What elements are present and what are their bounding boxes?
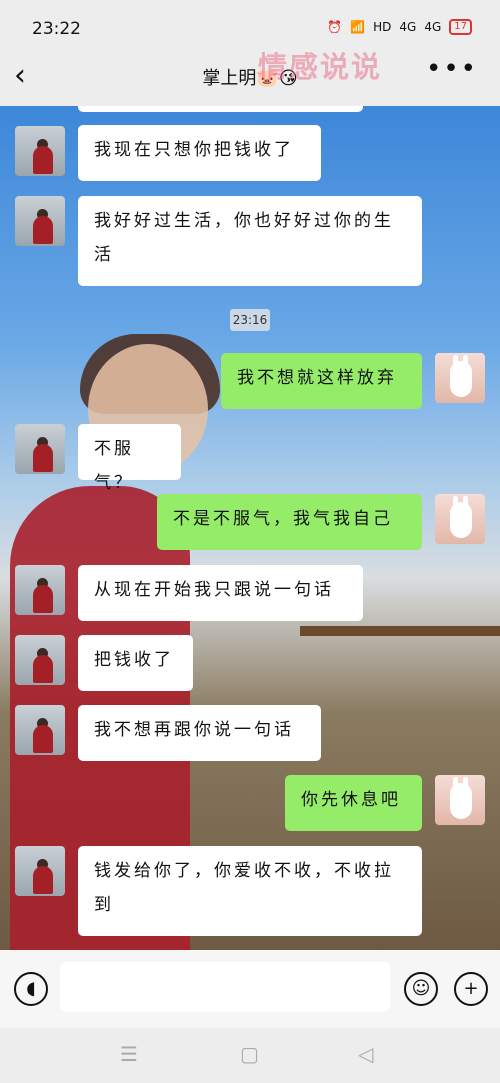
contact-avatar[interactable]	[15, 846, 65, 896]
battery-icon: 17	[449, 19, 472, 35]
status-icons: ⏰ 📶 HD 4G 4G 17	[327, 19, 472, 35]
menu-icon[interactable]: ☰	[120, 1042, 138, 1066]
system-nav-bar: ☰ ▢ ◁	[0, 1028, 500, 1083]
back-nav-icon[interactable]: ◁	[358, 1042, 373, 1066]
contact-avatar[interactable]	[15, 635, 65, 685]
my-avatar[interactable]	[435, 353, 485, 403]
wifi-icon: 📶	[350, 20, 366, 34]
message-bubble-partial	[78, 106, 363, 112]
message-bubble: 把钱收了	[78, 635, 193, 691]
more-icon[interactable]: •••	[426, 54, 478, 84]
contact-avatar[interactable]	[15, 424, 65, 474]
message-bubble: 不是不服气，我气我自己	[157, 494, 422, 550]
status-time: 23:22	[32, 19, 81, 39]
contact-avatar[interactable]	[15, 126, 65, 176]
message-bubble: 我好好过生活，你也好好过你的生活	[78, 196, 422, 286]
contact-avatar[interactable]	[15, 196, 65, 246]
message-bubble: 我现在只想你把钱收了	[78, 125, 321, 181]
message-bubble: 从现在开始我只跟说一句话	[78, 565, 363, 621]
signal-2: 4G	[424, 20, 442, 34]
message-bubble: 你先休息吧	[285, 775, 422, 831]
background-fence	[300, 626, 500, 756]
chat-timestamp: 23:16	[230, 309, 270, 331]
home-icon[interactable]: ▢	[240, 1042, 259, 1066]
signal-1: 4G	[399, 20, 417, 34]
contact-avatar[interactable]	[15, 565, 65, 615]
message-bubble: 我不想再跟你说一句话	[78, 705, 321, 761]
contact-avatar[interactable]	[15, 705, 65, 755]
hd-label: HD	[373, 20, 392, 34]
message-bubble: 钱发给你了，你爱收不收，不收拉到	[78, 846, 422, 936]
message-bubble: 不服气？	[78, 424, 181, 493]
my-avatar[interactable]	[435, 775, 485, 825]
chat-header: ‹ 掌上明🐷😘 •••	[0, 48, 500, 106]
alarm-icon: ⏰	[327, 20, 343, 34]
voice-icon[interactable]: ◖	[14, 972, 48, 1006]
add-icon[interactable]: +	[454, 972, 488, 1006]
chat-area[interactable]: 我现在只想你把钱收了 我好好过生活，你也好好过你的生活 23:16 我不想就这样…	[0, 106, 500, 950]
my-avatar[interactable]	[435, 494, 485, 544]
message-bubble: 我不想就这样放弃	[221, 353, 422, 409]
emoji-icon[interactable]: ☺	[404, 972, 438, 1006]
input-bar: ◖ ☺ +	[0, 950, 500, 1028]
watermark: 情感说说	[258, 50, 383, 84]
message-input[interactable]	[60, 962, 390, 1012]
